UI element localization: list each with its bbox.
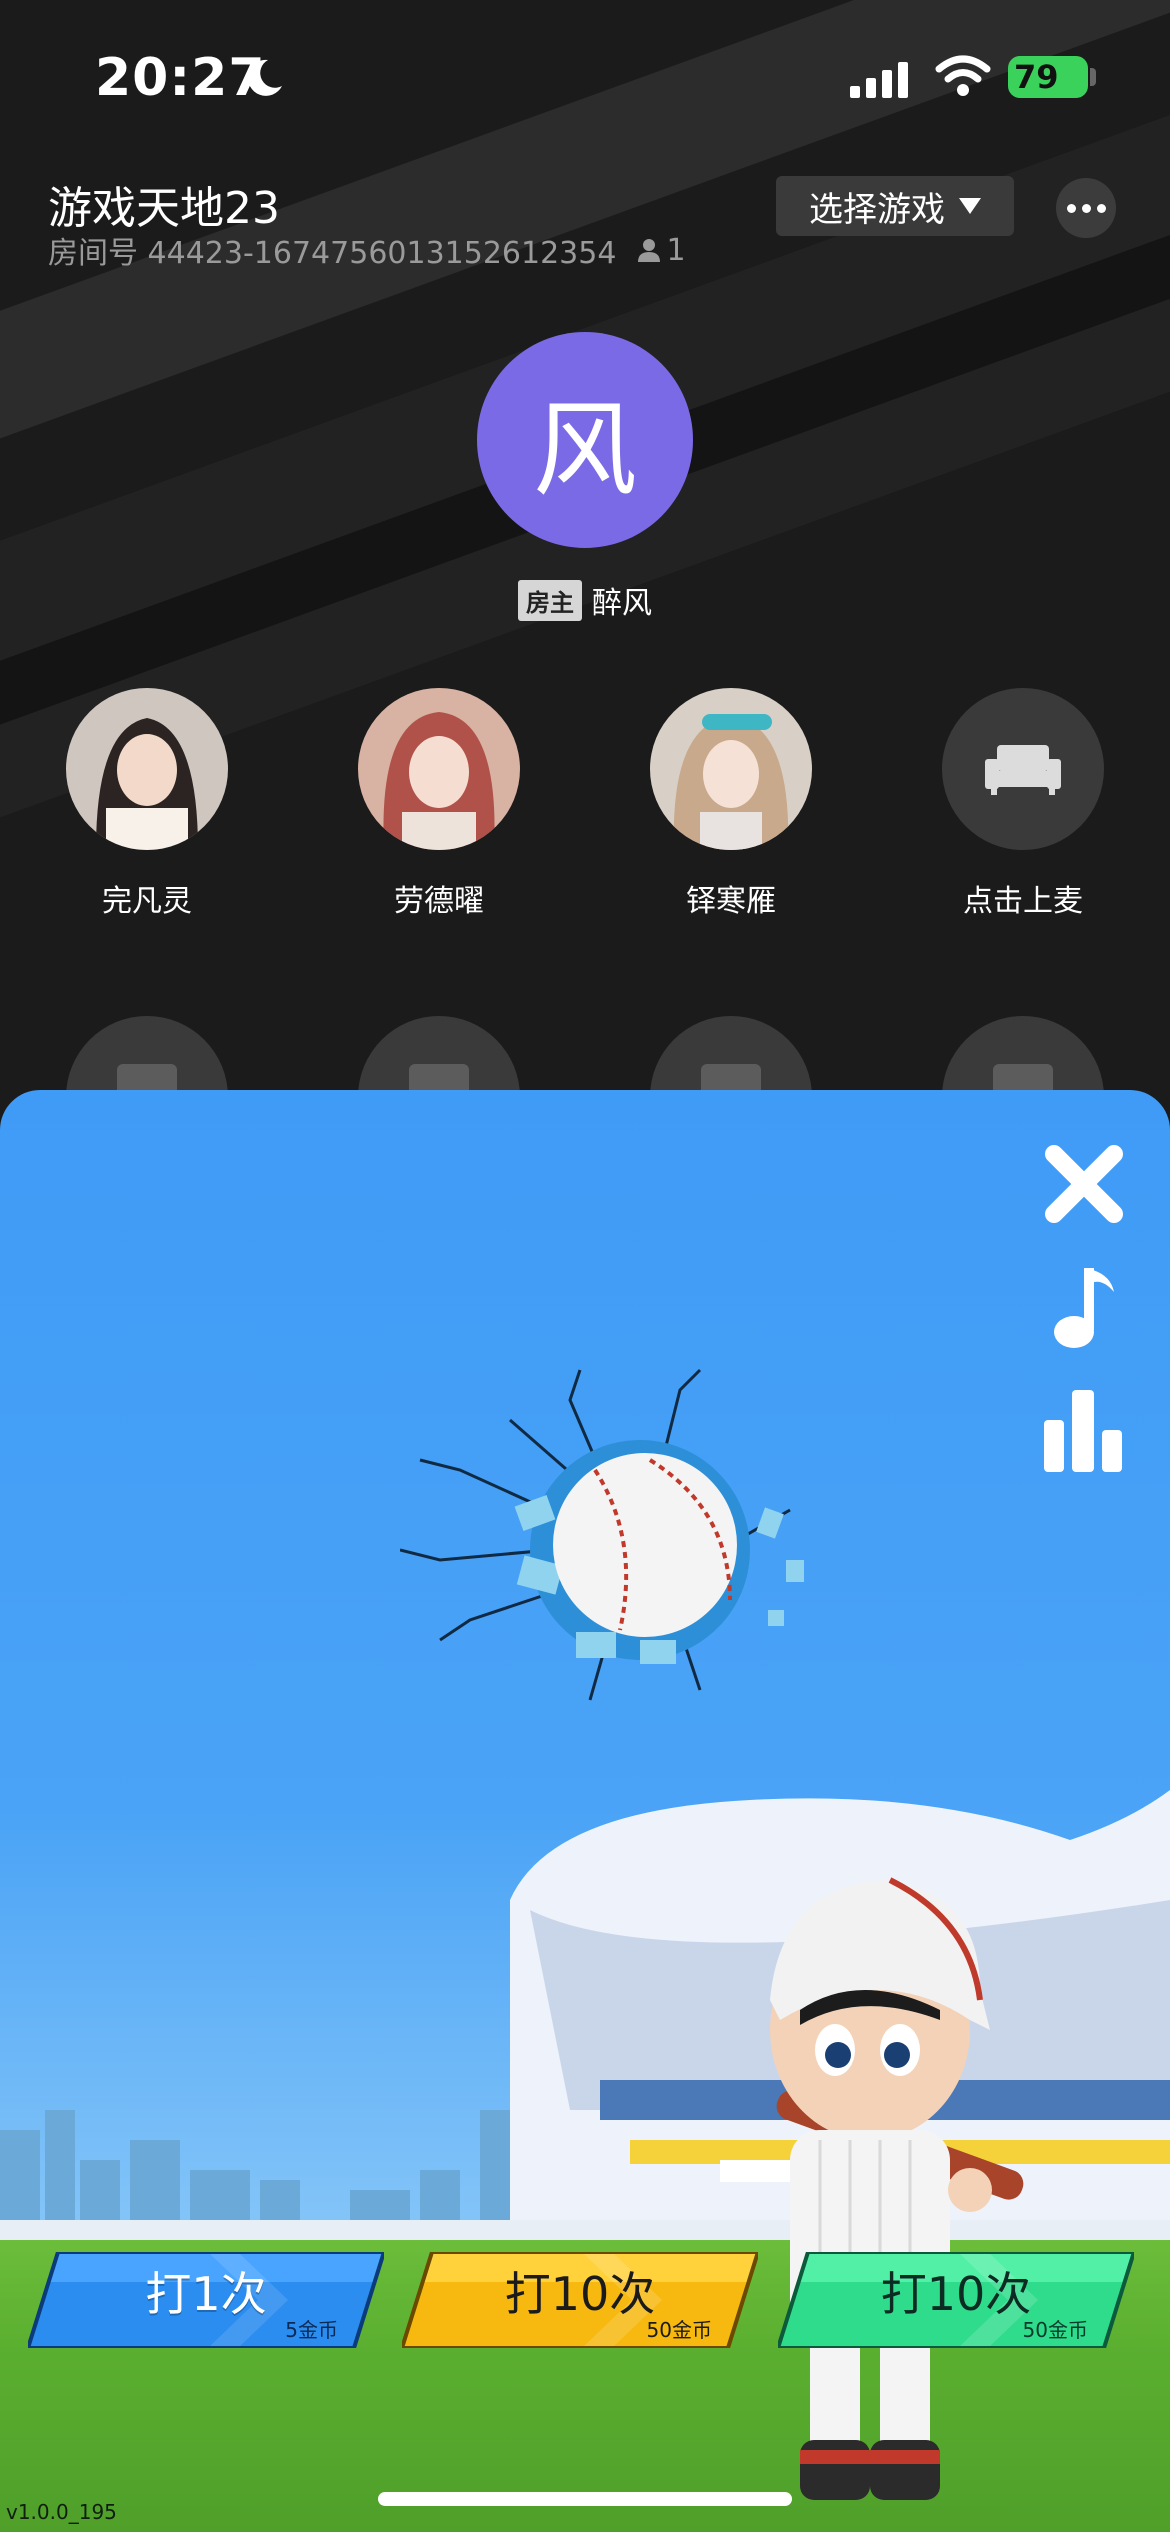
hit-10-button-yellow[interactable]: 打10次 50金币 <box>402 2252 758 2348</box>
dropdown-triangle-icon <box>959 198 981 214</box>
seat-name: 劳德曜 <box>394 884 484 919</box>
seat-name: 铎寒雁 <box>686 884 776 919</box>
baseball-image <box>400 1368 804 1701</box>
version-label: v1.0.0_195 <box>6 2500 117 2524</box>
seat-2[interactable]: 劳德曜 <box>358 688 520 920</box>
seat-name: 完凡灵 <box>102 884 192 919</box>
hit-1-cost: 5金币 <box>285 2318 338 2342</box>
game-panel: 打1次 5金币 打10次 50金币 打10次 50金币 <box>0 1090 1170 2532</box>
music-icon[interactable] <box>1048 1262 1118 1352</box>
host-badge: 房主 <box>518 579 582 621</box>
avatar <box>650 688 812 850</box>
empty-seat <box>942 688 1104 850</box>
host-avatar[interactable]: 风 <box>477 332 693 548</box>
hit-10-button-green[interactable]: 打10次 50金币 <box>778 2252 1134 2348</box>
signal-icon <box>850 62 908 98</box>
member-count: 1 <box>666 232 686 268</box>
host-name: 醉风 <box>592 586 652 621</box>
background-stripes <box>0 0 1170 1110</box>
host-info: 房主 醉风 <box>0 578 1170 622</box>
moon-icon <box>247 59 282 96</box>
status-time: 20:27 <box>95 48 266 108</box>
avatar <box>66 688 228 850</box>
person-icon <box>638 239 661 262</box>
status-bar: 20:27 79 <box>0 0 1170 150</box>
hit-10-cost-yellow: 50金币 <box>646 2318 712 2342</box>
host-avatar-char: 风 <box>532 388 637 511</box>
leaderboard-icon[interactable] <box>1044 1390 1124 1474</box>
more-dot-icon <box>1096 203 1106 213</box>
room-title: 游戏天地23 <box>48 183 280 234</box>
room-id-row: 房间号 44423-1674756013152612354 1 <box>48 228 686 272</box>
battery-level: 79 <box>1014 58 1059 96</box>
sofa-icon <box>985 745 1061 795</box>
seat-3[interactable]: 铎寒雁 <box>650 688 812 920</box>
more-dot-icon <box>1081 203 1091 213</box>
select-game-button[interactable]: 选择游戏 <box>776 176 1014 236</box>
wifi-icon <box>935 55 991 96</box>
more-dot-icon <box>1066 203 1076 213</box>
battery-indicator: 79 <box>1008 56 1088 98</box>
select-game-label: 选择游戏 <box>809 189 945 230</box>
room-id: 房间号 44423-1674756013152612354 <box>48 236 617 271</box>
home-indicator[interactable] <box>378 2492 792 2506</box>
more-options-button[interactable] <box>1056 178 1116 238</box>
hit-10-cost-green: 50金币 <box>1022 2318 1088 2342</box>
hit-1-button[interactable]: 打1次 5金币 <box>28 2252 384 2348</box>
battery-nub <box>1090 68 1096 86</box>
seat-name: 点击上麦 <box>963 884 1083 919</box>
seat-4-empty[interactable]: 点击上麦 <box>942 688 1104 920</box>
close-icon[interactable] <box>1040 1140 1128 1228</box>
avatar <box>358 688 520 850</box>
seat-1[interactable]: 完凡灵 <box>66 688 228 920</box>
baseball-player-image <box>770 1877 1024 2500</box>
